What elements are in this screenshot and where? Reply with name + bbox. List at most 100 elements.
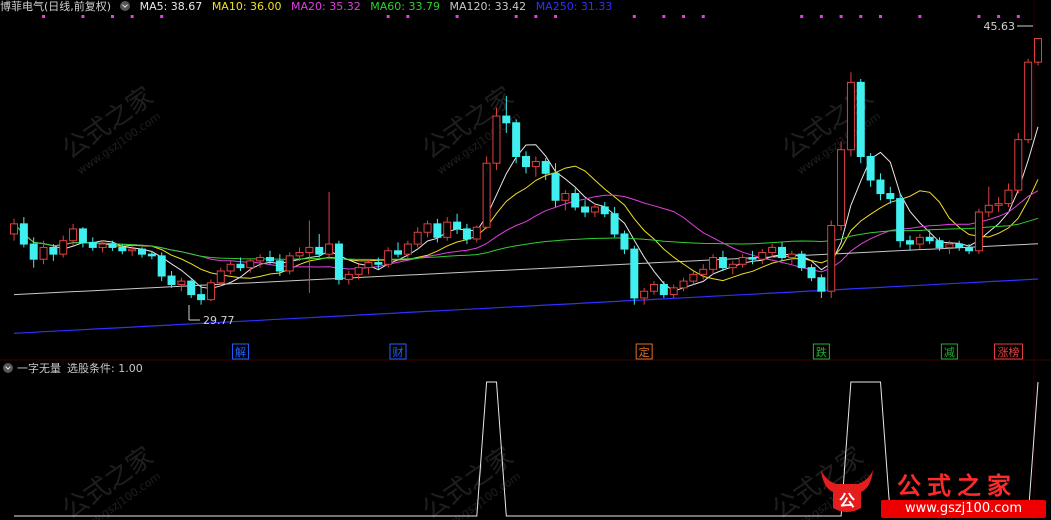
bull-logo-icon: 公 <box>821 470 873 512</box>
candle <box>581 200 590 218</box>
candle-body <box>275 260 284 272</box>
candle-body <box>256 257 265 262</box>
candle-body <box>669 287 678 296</box>
svg-text:公: 公 <box>839 491 855 510</box>
candle-body <box>39 246 48 260</box>
candle <box>157 252 166 282</box>
candle-body <box>866 155 875 181</box>
brand-name: 公式之家 <box>897 472 1017 500</box>
candle <box>787 250 796 265</box>
candle-body <box>718 257 727 269</box>
candle-body <box>88 241 97 248</box>
candle-body <box>453 221 462 230</box>
signal-dot <box>534 15 538 18</box>
signal-dot <box>130 15 134 18</box>
candle <box>561 190 570 211</box>
candle <box>462 223 471 245</box>
candle <box>846 72 855 157</box>
candle <box>610 207 619 238</box>
candle-body <box>108 243 117 248</box>
candle-body <box>423 223 432 233</box>
candle-body <box>334 243 343 280</box>
signal-dot <box>878 15 882 18</box>
candle-body <box>344 273 353 280</box>
candle-body <box>512 122 521 157</box>
candle <box>669 284 678 298</box>
watermark-layer: 公式之家www.gszj100.com 公式之家www.gszj100.com … <box>57 81 883 520</box>
candle <box>531 156 540 177</box>
candle-body <box>561 193 570 201</box>
candle <box>709 254 718 275</box>
candle-body <box>551 172 560 201</box>
candle <box>88 237 97 251</box>
candle-body <box>965 246 974 252</box>
candle-body <box>758 251 767 260</box>
candle-body <box>157 255 166 277</box>
candle <box>384 247 393 268</box>
candle <box>59 235 68 258</box>
candle <box>413 227 422 248</box>
event-marker: 财 <box>393 345 404 359</box>
signal-dot <box>859 15 863 18</box>
candle <box>216 267 225 287</box>
signal-dot <box>42 15 46 18</box>
candle <box>620 230 629 255</box>
candlesticks[interactable] <box>10 38 1042 305</box>
candle <box>551 163 560 207</box>
candle <box>994 196 1003 213</box>
candle-body <box>69 228 78 242</box>
candle <box>906 235 914 251</box>
event-markers[interactable]: 解 财 定 跌 减 涨榜 <box>231 343 1023 360</box>
candle-body <box>374 262 383 265</box>
candle-body <box>650 283 658 292</box>
candle-body <box>167 275 176 285</box>
candle-body <box>925 236 934 242</box>
candle-body <box>994 203 1003 206</box>
candle-body <box>10 223 18 235</box>
event-marker: 定 <box>639 345 650 359</box>
candle <box>758 249 767 265</box>
candle-body <box>906 240 914 245</box>
candle-body <box>492 115 501 164</box>
signal-dot <box>632 15 636 18</box>
signal-dot <box>918 15 922 18</box>
candle <box>167 271 176 288</box>
candle-body <box>807 267 816 279</box>
candle-body <box>226 263 235 272</box>
candle <box>837 141 846 231</box>
candle-body <box>738 257 747 265</box>
candle-body <box>246 260 255 269</box>
candle <box>492 107 501 170</box>
candle <box>187 279 196 298</box>
candle <box>29 237 38 268</box>
candle <box>334 240 343 285</box>
candle <box>955 240 964 251</box>
candle-body <box>216 270 225 284</box>
candle <box>423 220 432 238</box>
candle-body <box>787 253 796 259</box>
stock-chart[interactable]: 公式之家www.gszj100.com 公式之家www.gszj100.com … <box>0 0 1051 520</box>
candle-body <box>748 257 757 260</box>
candle-body <box>177 280 186 285</box>
candle-body <box>531 161 540 168</box>
candle-body <box>837 149 846 227</box>
candle <box>512 119 521 164</box>
candle <box>1014 132 1023 194</box>
candle-body <box>197 294 206 301</box>
signal-dot <box>977 15 981 18</box>
candle <box>630 245 639 305</box>
candle-body <box>600 206 609 215</box>
event-marker: 跌 <box>816 345 827 359</box>
event-marker: 涨榜 <box>997 345 1019 359</box>
candle-body <box>610 213 619 235</box>
candle <box>1024 58 1033 143</box>
candle <box>325 191 334 260</box>
candle <box>778 242 786 261</box>
candle-body <box>659 283 668 296</box>
candle <box>138 247 146 258</box>
candle <box>718 250 727 271</box>
candle-body <box>856 81 865 157</box>
candle-body <box>413 231 422 245</box>
candle-body <box>896 198 905 242</box>
candle <box>856 79 865 164</box>
